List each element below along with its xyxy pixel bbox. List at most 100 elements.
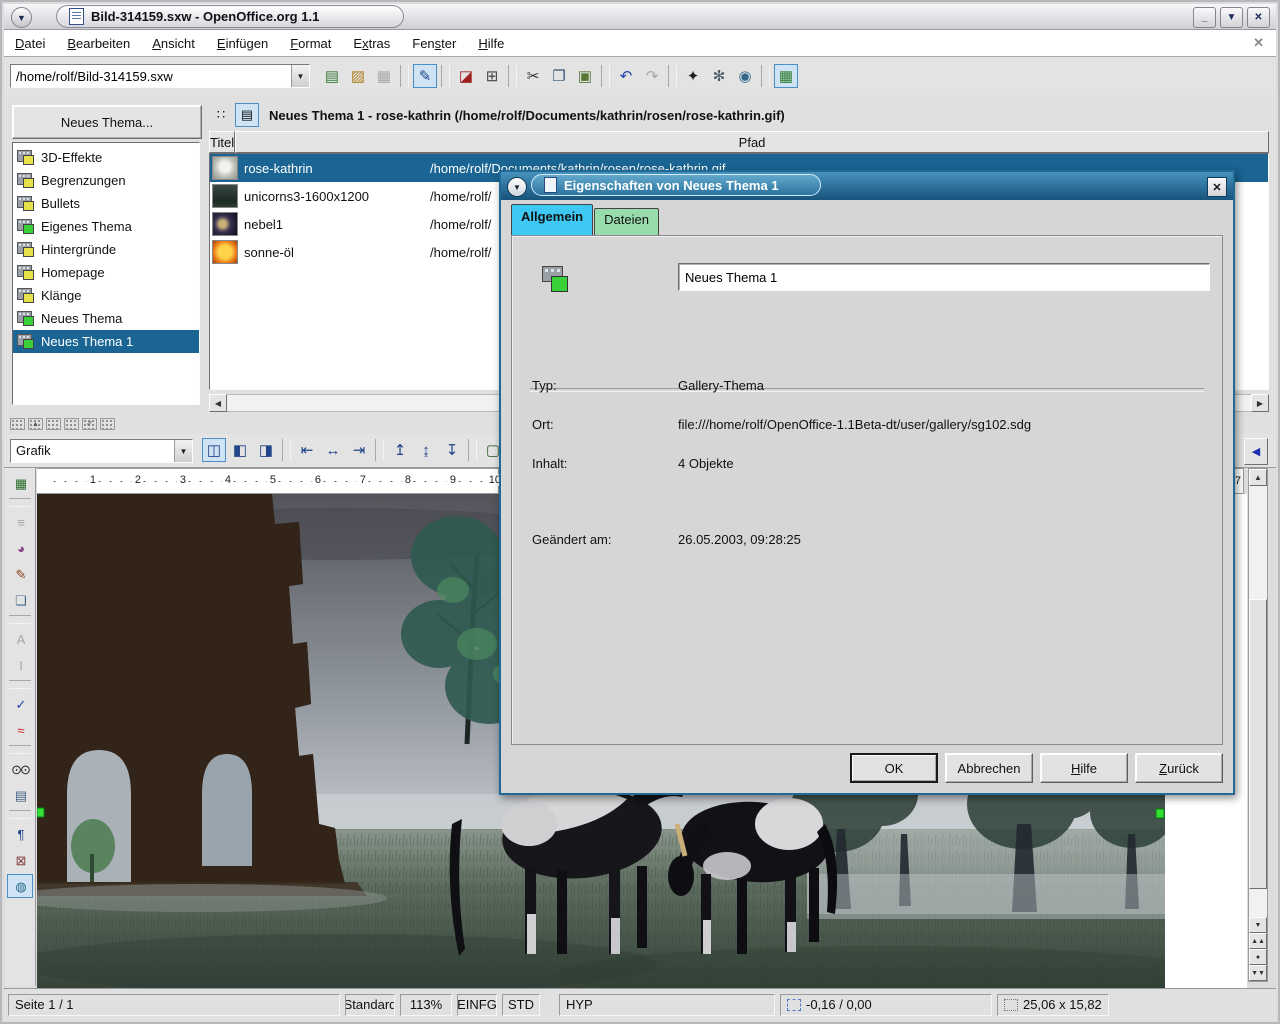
url-dropdown-icon[interactable]: ▼ [291,65,309,87]
nonprinting-chars-icon[interactable]: ¶ [7,822,33,846]
open-document-icon[interactable]: ▨ [346,64,370,88]
status-hyperlink-mode[interactable]: HYP [559,994,775,1016]
status-select-mode[interactable]: STD [502,994,540,1016]
stylist-icon[interactable]: ✻ [707,64,731,88]
status-insert-mode[interactable]: EINFG [457,994,497,1016]
menu-extras[interactable]: Extras [342,32,401,55]
gallery-icon[interactable]: ▦ [774,64,798,88]
dock-grip-icon[interactable] [10,418,25,430]
theme-begrenzungen[interactable]: Begrenzungen [13,169,199,192]
online-layout-icon[interactable]: ◍ [7,874,33,898]
tab-allgemein[interactable]: Allgemein [511,204,593,235]
menu-einfuegen[interactable]: Einfügen [206,32,279,55]
pin-icon[interactable]: ✐ [82,418,97,430]
copy-icon[interactable]: ❐ [547,64,571,88]
scrollbar-thumb[interactable] [1249,599,1267,889]
vertical-scrollbar[interactable]: ▲ ▼ ▲▲ ● ▼▼ [1248,468,1268,982]
close-button[interactable]: ✕ [1247,7,1270,28]
export-pdf-icon[interactable]: ◪ [454,64,478,88]
minimize-button[interactable]: _ [1193,7,1216,28]
wrap-through-icon[interactable]: ◨ [254,438,278,462]
url-input[interactable] [11,65,291,87]
new-theme-button[interactable]: Neues Thema... [12,105,202,139]
window-menu-button[interactable]: ▼ [11,7,32,28]
theme-neues-thema[interactable]: Neues Thema [13,307,199,330]
horizontal-ruler[interactable]: 12345678910 [37,468,499,494]
autotext-icon[interactable]: A [7,627,33,651]
status-size[interactable]: 25,06 x 15,82 [997,994,1109,1016]
align-left-icon[interactable]: ⇤ [295,438,319,462]
scroll-left-icon[interactable]: ◀ [209,394,227,412]
align-top-icon[interactable]: ↥ [388,438,412,462]
ok-button[interactable]: OK [850,753,938,783]
scroll-down-icon[interactable]: ▼ [1249,917,1267,933]
direct-cursor-icon[interactable]: I [7,653,33,677]
theme-hintergruende[interactable]: Hintergründe [13,238,199,261]
wrap-parallel-icon[interactable]: ◧ [228,438,252,462]
hyperlink-icon[interactable]: ◉ [733,64,757,88]
column-header[interactable]: Pfad [235,131,1269,153]
undo-icon[interactable]: ↶ [614,64,638,88]
status-zoom[interactable]: 113% [400,994,452,1016]
next-object-icon[interactable]: ▼▼ [1249,965,1267,981]
align-right-icon[interactable]: ⇥ [347,438,371,462]
theme-name-input[interactable] [678,263,1210,291]
autospellcheck-icon[interactable]: ≈ [7,718,33,742]
abbrechen-button[interactable]: Abbrechen [945,753,1033,783]
dialog-close-icon[interactable]: ✕ [1207,177,1227,197]
hilfe-button[interactable]: Hilfe [1040,753,1128,783]
dock-grip-icon[interactable] [64,418,79,430]
theme-homepage[interactable]: Homepage [13,261,199,284]
find-icon[interactable]: ⊙⊙ [7,757,33,781]
previous-object-icon[interactable]: ▲▲ [1249,933,1267,949]
theme-3d-effekte[interactable]: 3D-Effekte [13,146,199,169]
save-document-icon[interactable]: ▦ [372,64,396,88]
zurueck-button[interactable]: Zurück [1135,753,1223,783]
navigation-dot-icon[interactable]: ● [1249,949,1267,965]
print-icon[interactable]: ⊞ [480,64,504,88]
new-document-icon[interactable]: ▤ [320,64,344,88]
cut-icon[interactable]: ✂ [521,64,545,88]
theme-eigenes-thema[interactable]: Eigenes Thema [13,215,199,238]
insert-table-icon[interactable]: ▦ [7,471,33,495]
icon-view-icon[interactable]: ∷ [209,103,233,127]
theme-bullets[interactable]: Bullets [13,192,199,215]
draw-functions-icon[interactable]: ✎ [7,562,33,586]
shade-button[interactable]: ▼ [1220,7,1243,28]
frame-style-combobox[interactable]: Grafik ▼ [10,439,193,463]
column-header[interactable]: Titel [209,131,235,153]
redo-icon[interactable]: ↷ [640,64,664,88]
theme-neues-thema-1[interactable]: Neues Thema 1 [13,330,199,353]
toolbar-overflow-icon[interactable]: ◀ [1244,438,1268,465]
align-bottom-icon[interactable]: ↧ [440,438,464,462]
scroll-right-icon[interactable]: ▶ [1251,394,1269,412]
menu-format[interactable]: Format [279,32,342,55]
align-center-icon[interactable]: ↔ [321,438,345,462]
menu-hilfe[interactable]: Hilfe [467,32,515,55]
menu-bearbeiten[interactable]: Bearbeiten [56,32,141,55]
dialog-menu-button[interactable]: ▼ [507,177,527,197]
dialog-titlebar[interactable]: ▼ Eigenschaften von Neues Thema 1 ✕ [501,172,1233,200]
data-sources-icon[interactable]: ▤ [7,783,33,807]
load-url-combobox[interactable]: ▼ [10,64,310,88]
align-middle-icon[interactable]: ↨ [414,438,438,462]
menu-datei[interactable]: Datei [4,32,56,55]
dock-grip-icon[interactable] [100,418,115,430]
navigator-icon[interactable]: ✦ [681,64,705,88]
gallery-resize-handle[interactable]: ▲ ✐ [10,416,115,432]
theme-klaenge[interactable]: Klänge [13,284,199,307]
dock-grip-icon[interactable] [46,418,61,430]
detail-view-icon[interactable]: ▤ [235,103,259,127]
tab-dateien[interactable]: Dateien [594,208,659,235]
insert-fields-icon[interactable]: ≡ [7,510,33,534]
status-pagestyle[interactable]: Standard [345,994,395,1016]
status-position[interactable]: -0,16 / 0,00 [780,994,992,1016]
status-page[interactable]: Seite 1 / 1 [8,994,340,1016]
gallery-theme-list[interactable]: 3D-Effekte Begrenzungen Bullets Eigenes … [12,142,200,405]
insert-object-icon[interactable]: ◕ [7,536,33,560]
window-titlebar[interactable]: ▼ Bild-314159.sxw - OpenOffice.org 1.1 _… [4,4,1276,30]
scroll-up-icon[interactable]: ▲ [1249,469,1267,486]
edit-file-icon[interactable]: ✎ [413,64,437,88]
style-dropdown-icon[interactable]: ▼ [174,440,192,462]
spellcheck-icon[interactable]: ✓ [7,692,33,716]
